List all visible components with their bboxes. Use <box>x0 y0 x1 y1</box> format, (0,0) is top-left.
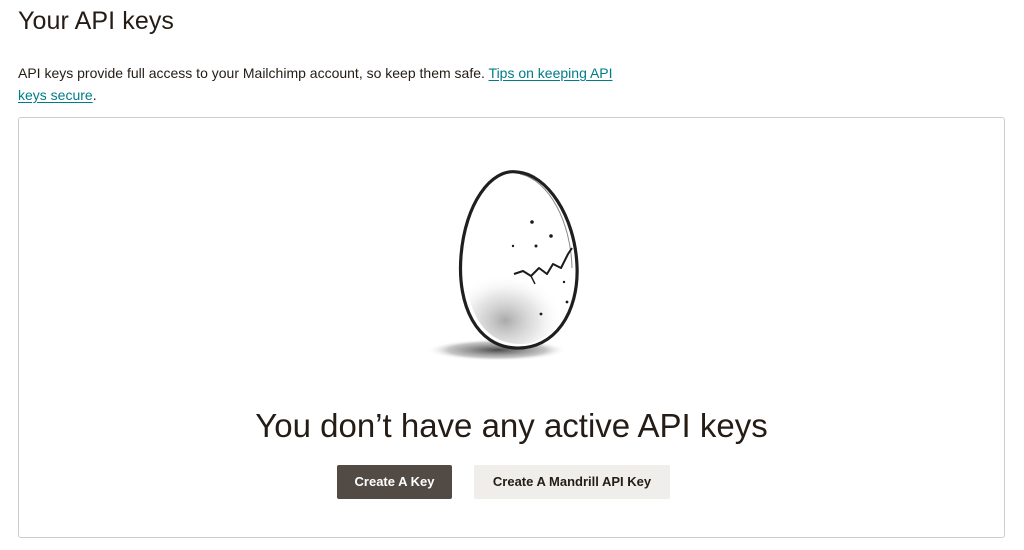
page-title: Your API keys <box>18 7 175 35</box>
api-keys-page: Your API keys API keys provide full acce… <box>0 0 1024 550</box>
empty-state-card: You don’t have any active API keys Creat… <box>18 117 1005 538</box>
intro-paragraph: API keys provide full access to your Mai… <box>18 62 618 106</box>
empty-state-title: You don’t have any active API keys <box>255 407 768 444</box>
create-key-button[interactable]: Create A Key <box>337 465 452 499</box>
action-buttons: Create A Key Create A Mandrill API Key <box>337 465 670 499</box>
cracked-egg-illustration <box>427 170 579 361</box>
intro-text: API keys provide full access to your Mai… <box>18 65 489 81</box>
intro-end: . <box>92 87 97 103</box>
create-mandrill-key-button[interactable]: Create A Mandrill API Key <box>474 465 670 499</box>
